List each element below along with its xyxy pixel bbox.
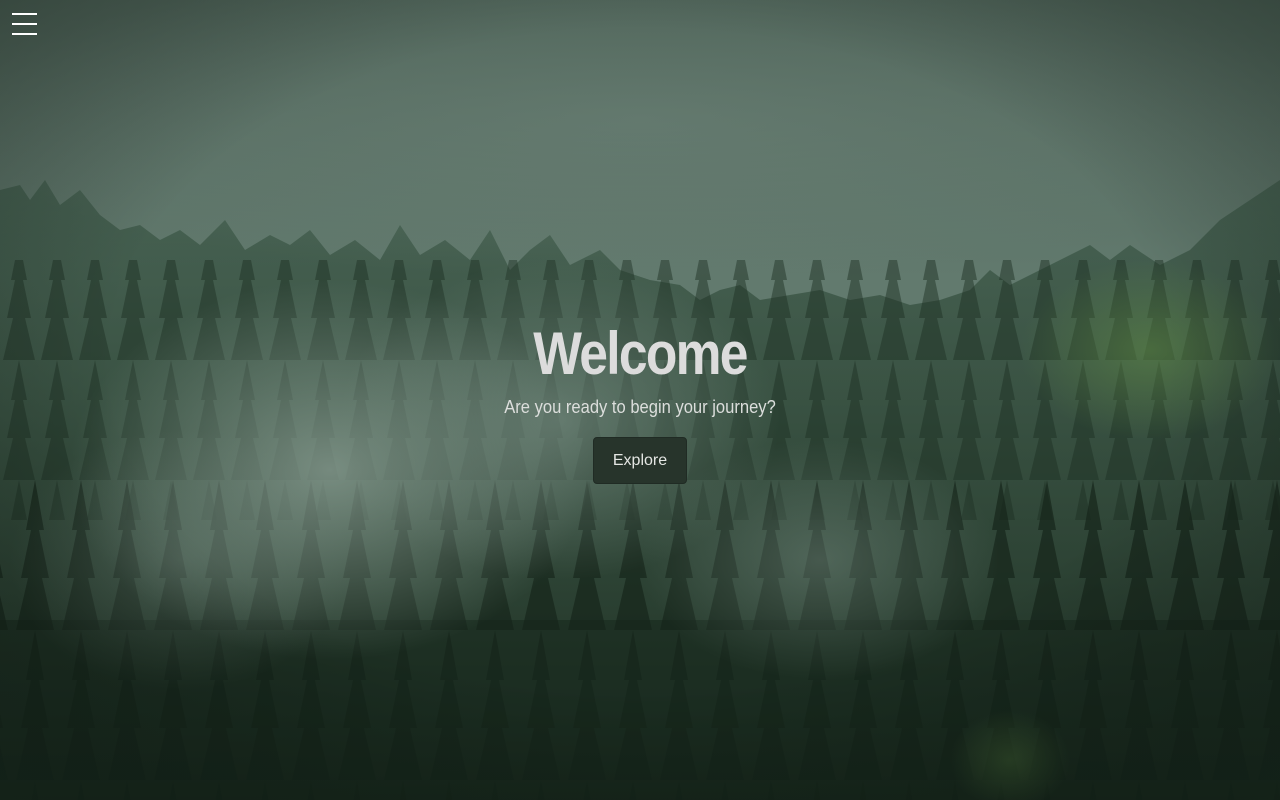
hero-subtitle: Are you ready to begin your journey?	[504, 397, 776, 417]
explore-button[interactable]: Explore	[593, 437, 687, 484]
menu-bar	[12, 33, 37, 35]
hero-section: Welcome Are you ready to begin your jour…	[0, 0, 1280, 800]
menu-bar	[12, 13, 37, 15]
hero-title: Welcome	[533, 320, 748, 387]
menu-bar	[12, 23, 37, 25]
hero-content: Welcome Are you ready to begin your jour…	[0, 318, 1280, 484]
hamburger-menu-icon[interactable]	[12, 13, 38, 37]
